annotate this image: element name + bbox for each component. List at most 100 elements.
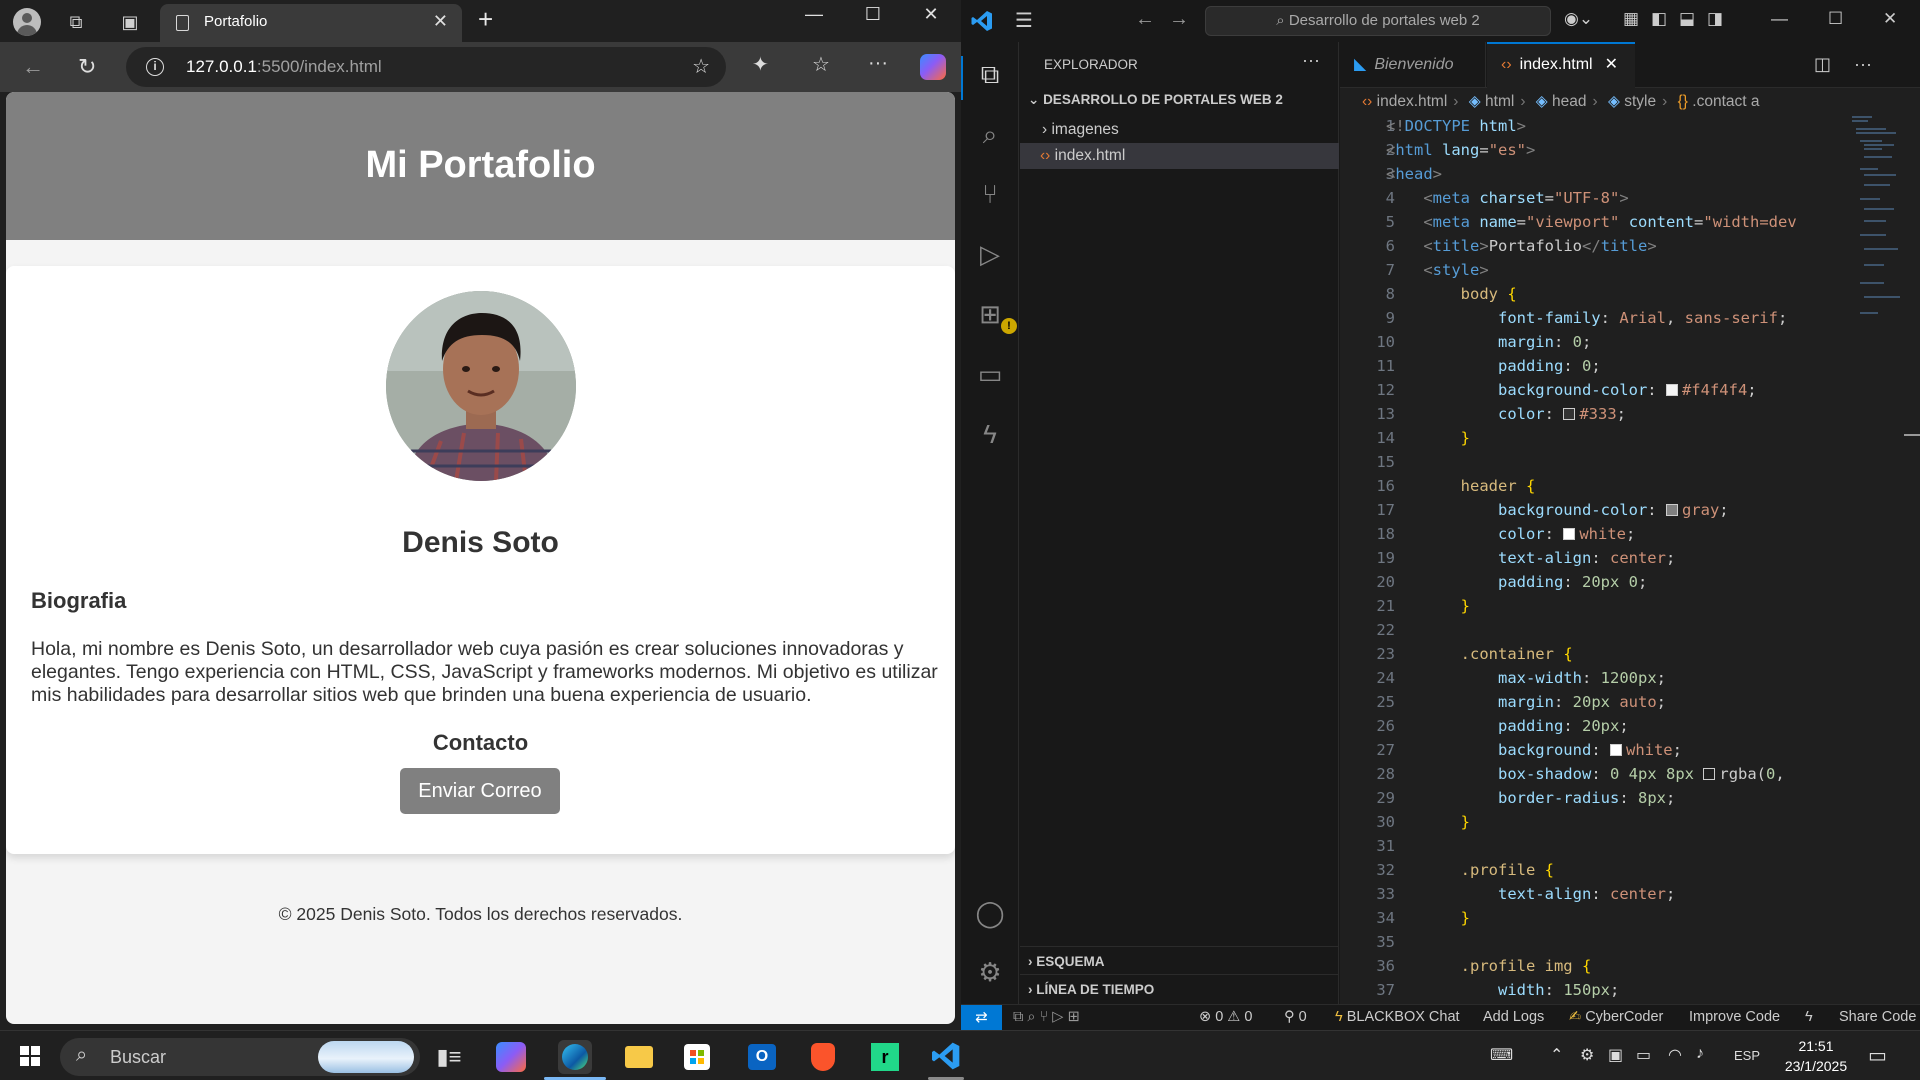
customize-layout-icon[interactable]: ▦: [1623, 9, 1639, 29]
go-back-icon[interactable]: ←: [1135, 8, 1155, 31]
code-editor[interactable]: 1 <!DOCTYPE html> 2 <html lang="es"> 3 <hea…: [1340, 114, 1920, 1004]
taskbar-search[interactable]: ⌕ Buscar: [60, 1038, 420, 1076]
workspace-folder[interactable]: ⌄ DESARROLLO DE PORTALES WEB 2: [1028, 92, 1283, 108]
tray-monitor-icon[interactable]: ▣: [1608, 1045, 1623, 1065]
tree-item-imagenes[interactable]: › imagenes: [1020, 117, 1339, 143]
breadcrumb-item[interactable]: style: [1624, 93, 1656, 110]
show-hidden-icons-icon[interactable]: ⌃: [1550, 1045, 1563, 1065]
extensions-icon[interactable]: ✦: [752, 52, 769, 77]
brave-icon[interactable]: [806, 1040, 840, 1074]
clock[interactable]: 21:51 23/1/2025: [1770, 1036, 1862, 1076]
minimize-button[interactable]: —: [1771, 9, 1788, 29]
chat-icon[interactable]: ▭: [974, 358, 1006, 390]
vscode-taskbar-icon[interactable]: [930, 1040, 964, 1074]
more-actions-icon[interactable]: ···: [1854, 54, 1872, 75]
volume-icon[interactable]: ♪: [1696, 1045, 1704, 1063]
add-logs-item[interactable]: Add Logs: [1483, 1009, 1544, 1025]
bolt-icon[interactable]: ϟ: [1805, 1009, 1813, 1025]
toggle-panel-icon[interactable]: ⬓: [1679, 9, 1695, 29]
editor-tabs: ◣ Bienvenido ‹› index.html ✕ ◫ ···: [1340, 42, 1920, 88]
maximize-button[interactable]: ☐: [1828, 9, 1843, 29]
vscode-titlebar: ☰ ← → ⌕ Desarrollo de portales web 2 ◉⌄ …: [961, 0, 1920, 42]
more-options-icon[interactable]: ···: [868, 52, 888, 75]
favorites-icon[interactable]: ☆: [812, 52, 830, 77]
tab-actions-icon[interactable]: ▣: [116, 8, 144, 36]
edge-icon[interactable]: [558, 1040, 592, 1074]
tab-title: Portafolio: [204, 13, 268, 30]
cybercoder-item[interactable]: ✍ CyberCoder: [1569, 1009, 1663, 1025]
tree-item-index-html[interactable]: ‹› index.html: [1020, 143, 1339, 169]
search-icon[interactable]: ⌕: [974, 118, 1006, 150]
activity-bar: ⧉ ⌕ ⑂ ▷ ⊞! ▭ ϟ ◯ ⚙: [961, 42, 1019, 1004]
scrollbar-indicator[interactable]: [1904, 434, 1920, 436]
minimap[interactable]: [1850, 114, 1906, 354]
bolt-icon[interactable]: ϟ: [974, 418, 1006, 450]
windows-start-icon[interactable]: [20, 1046, 40, 1066]
breadcrumb-item[interactable]: index.html: [1377, 93, 1448, 110]
ports-indicator[interactable]: ⚲ 0: [1284, 1009, 1307, 1025]
command-center-search[interactable]: ⌕ Desarrollo de portales web 2: [1205, 6, 1551, 36]
close-window-button[interactable]: ✕: [1883, 9, 1897, 29]
favorite-star-icon[interactable]: ☆: [692, 54, 710, 79]
maximize-button[interactable]: ☐: [853, 4, 893, 25]
bio-text: Hola, mi nombre es Denis Soto, un desarr…: [31, 638, 938, 706]
copilot-icon[interactable]: [920, 54, 946, 80]
share-code-item[interactable]: Share Code: [1839, 1009, 1916, 1025]
run-debug-icon[interactable]: ▷: [974, 238, 1006, 270]
tray-app-icon[interactable]: ⚙: [1580, 1045, 1594, 1065]
explorer-icon[interactable]: ⧉: [974, 58, 1006, 90]
address-bar[interactable]: i 127.0.0.1:5500/index.html ☆: [126, 47, 726, 87]
breadcrumb-item[interactable]: html: [1485, 93, 1514, 110]
file-explorer-icon[interactable]: [622, 1040, 656, 1074]
account-icon[interactable]: ◯: [974, 897, 1006, 929]
more-actions-icon[interactable]: ···: [1302, 50, 1320, 71]
breadcrumb-item[interactable]: .contact a: [1692, 93, 1759, 110]
notifications-icon[interactable]: ▭: [1868, 1043, 1887, 1068]
battery-icon[interactable]: ▭: [1636, 1045, 1651, 1065]
settings-gear-icon[interactable]: ⚙: [974, 956, 1006, 988]
outline-section[interactable]: › ESQUEMA: [1028, 954, 1105, 969]
tab-portafolio[interactable]: Portafolio ✕: [160, 4, 462, 42]
copilot-chat-icon[interactable]: ◉⌄: [1564, 9, 1593, 29]
status-icons[interactable]: ⧉ ⌕ ⑂ ▷ ⊞: [1013, 1009, 1080, 1025]
bio-heading: Biografia: [31, 588, 127, 613]
toggle-secondary-sidebar-icon[interactable]: ◨: [1707, 9, 1723, 29]
tab-index-html[interactable]: ‹› index.html ✕: [1487, 42, 1635, 88]
send-email-button[interactable]: Enviar Correo: [400, 768, 560, 814]
extensions-icon[interactable]: ⊞!: [974, 298, 1017, 334]
source-control-icon[interactable]: ⑂: [974, 178, 1006, 210]
site-info-icon[interactable]: i: [146, 58, 164, 76]
wifi-icon[interactable]: ◠: [1668, 1045, 1682, 1065]
workspaces-icon[interactable]: ⧉: [62, 8, 90, 36]
close-tab-icon[interactable]: ✕: [1605, 56, 1618, 73]
back-icon[interactable]: ←: [22, 54, 44, 80]
profile-avatar[interactable]: [13, 8, 41, 36]
remote-indicator-icon[interactable]: ⇄: [961, 1005, 1002, 1031]
web-viewport: Mi Portafolio Denis Soto Biografia Hola,…: [6, 92, 955, 1024]
tab-bienvenido[interactable]: ◣ Bienvenido: [1340, 42, 1486, 88]
html-file-icon: ‹›: [1501, 56, 1512, 73]
timeline-section[interactable]: › LÍNEA DE TIEMPO: [1028, 982, 1154, 997]
menu-icon[interactable]: ☰: [1015, 8, 1033, 33]
improve-code-item[interactable]: Improve Code: [1689, 1009, 1780, 1025]
problems-indicator[interactable]: ⊗ 0 ⚠ 0: [1199, 1009, 1252, 1025]
toggle-sidebar-icon[interactable]: ◧: [1651, 9, 1667, 29]
close-tab-button[interactable]: ✕: [433, 11, 448, 32]
breadcrumb-item[interactable]: head: [1552, 93, 1586, 110]
go-forward-icon[interactable]: →: [1169, 8, 1189, 31]
microsoft-store-icon[interactable]: [680, 1040, 714, 1074]
reload-icon[interactable]: ↻: [78, 54, 96, 80]
profile-photo: [386, 291, 576, 481]
close-window-button[interactable]: ✕: [911, 4, 951, 25]
new-tab-button[interactable]: +: [478, 4, 493, 35]
outlook-icon[interactable]: O: [744, 1040, 778, 1074]
minimize-button[interactable]: —: [794, 4, 834, 25]
url-text[interactable]: 127.0.0.1:5500/index.html: [186, 57, 382, 77]
copilot-icon[interactable]: [496, 1042, 526, 1072]
keyboard-icon[interactable]: ⌨: [1490, 1045, 1513, 1065]
blackbox-chat-item[interactable]: ϟ BLACKBOX Chat: [1335, 1009, 1460, 1025]
language-indicator[interactable]: ESP: [1734, 1048, 1760, 1063]
pycharm-icon[interactable]: r: [868, 1040, 902, 1074]
task-view-icon[interactable]: ▮≡: [432, 1040, 466, 1074]
split-editor-icon[interactable]: ◫: [1814, 54, 1831, 75]
